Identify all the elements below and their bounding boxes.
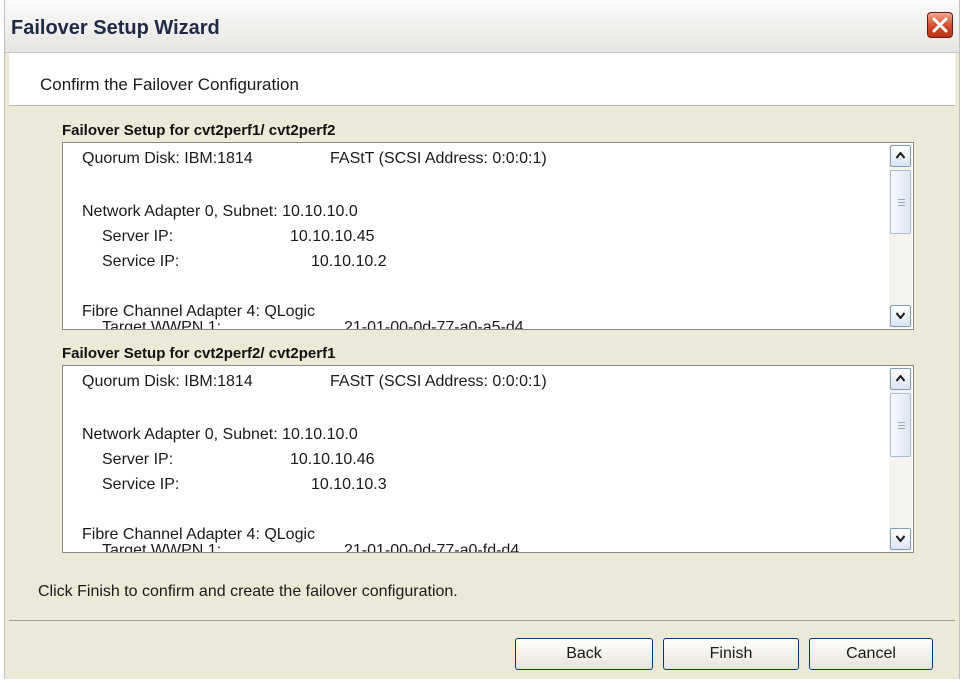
button-separator (9, 620, 955, 621)
server-ip-label: Server IP: (102, 228, 174, 245)
page-heading: Confirm the Failover Configuration (40, 75, 299, 94)
close-button[interactable] (927, 12, 953, 38)
wizard-header: Confirm the Failover Configuration (9, 53, 955, 106)
service-ip-value: 10.10.10.3 (311, 476, 387, 493)
service-ip-label: Service IP: (102, 476, 180, 493)
network-adapter: Network Adapter 0, Subnet: 10.10.10.0 (82, 203, 358, 220)
network-adapter: Network Adapter 0, Subnet: 10.10.10.0 (82, 426, 358, 443)
quorum-label: Quorum Disk: IBM:1814 (82, 150, 253, 167)
target-wwpn-label: Target WWPN 1: (102, 319, 222, 330)
server-ip-label: Server IP: (102, 451, 174, 468)
config-panel-2[interactable]: Quorum Disk: IBM:1814 FAStT (SCSI Addres… (62, 365, 914, 553)
window-title: Failover Setup Wizard (11, 17, 220, 39)
scroll-down-button[interactable] (890, 305, 911, 327)
quorum-label: Quorum Disk: IBM:1814 (82, 373, 253, 390)
scroll-up-button[interactable] (890, 145, 911, 167)
quorum-value: FAStT (SCSI Address: 0:0:0:1) (330, 373, 547, 390)
scroll-down-button[interactable] (890, 528, 911, 550)
service-ip-label: Service IP: (102, 253, 180, 270)
scroll-thumb[interactable] (890, 170, 911, 234)
cancel-button[interactable]: Cancel (809, 638, 933, 670)
finish-button[interactable]: Finish (663, 638, 799, 670)
arrow-down-icon (896, 535, 905, 542)
scroll-thumb[interactable] (890, 393, 911, 457)
arrow-up-icon (896, 375, 905, 382)
footer-instruction: Click Finish to confirm and create the f… (38, 583, 458, 600)
config-panel-1[interactable]: Quorum Disk: IBM:1814 FAStT (SCSI Addres… (62, 142, 914, 330)
vertical-scrollbar[interactable] (889, 367, 912, 551)
target-wwpn-value: 21-01-00-0d-77-a0-a5-d4 (344, 319, 524, 330)
quorum-value: FAStT (SCSI Address: 0:0:0:1) (330, 150, 547, 167)
close-icon (932, 17, 948, 33)
title-bar[interactable]: Failover Setup Wizard (5, 0, 959, 53)
arrow-down-icon (896, 312, 905, 319)
vertical-scrollbar[interactable] (889, 144, 912, 328)
server-ip-value: 10.10.10.46 (290, 451, 375, 468)
section-title-2: Failover Setup for cvt2perf2/ cvt2perf1 (62, 345, 336, 362)
target-wwpn-value: 21-01-00-0d-77-a0-fd-d4 (344, 542, 520, 553)
server-ip-value: 10.10.10.45 (290, 228, 375, 245)
section-title-1: Failover Setup for cvt2perf1/ cvt2perf2 (62, 122, 336, 139)
service-ip-value: 10.10.10.2 (311, 253, 387, 270)
back-button[interactable]: Back (515, 638, 653, 670)
scroll-up-button[interactable] (890, 368, 911, 390)
wizard-window: Failover Setup Wizard Confirm the Failov… (4, 0, 960, 679)
arrow-up-icon (896, 152, 905, 159)
target-wwpn-label: Target WWPN 1: (102, 542, 222, 553)
